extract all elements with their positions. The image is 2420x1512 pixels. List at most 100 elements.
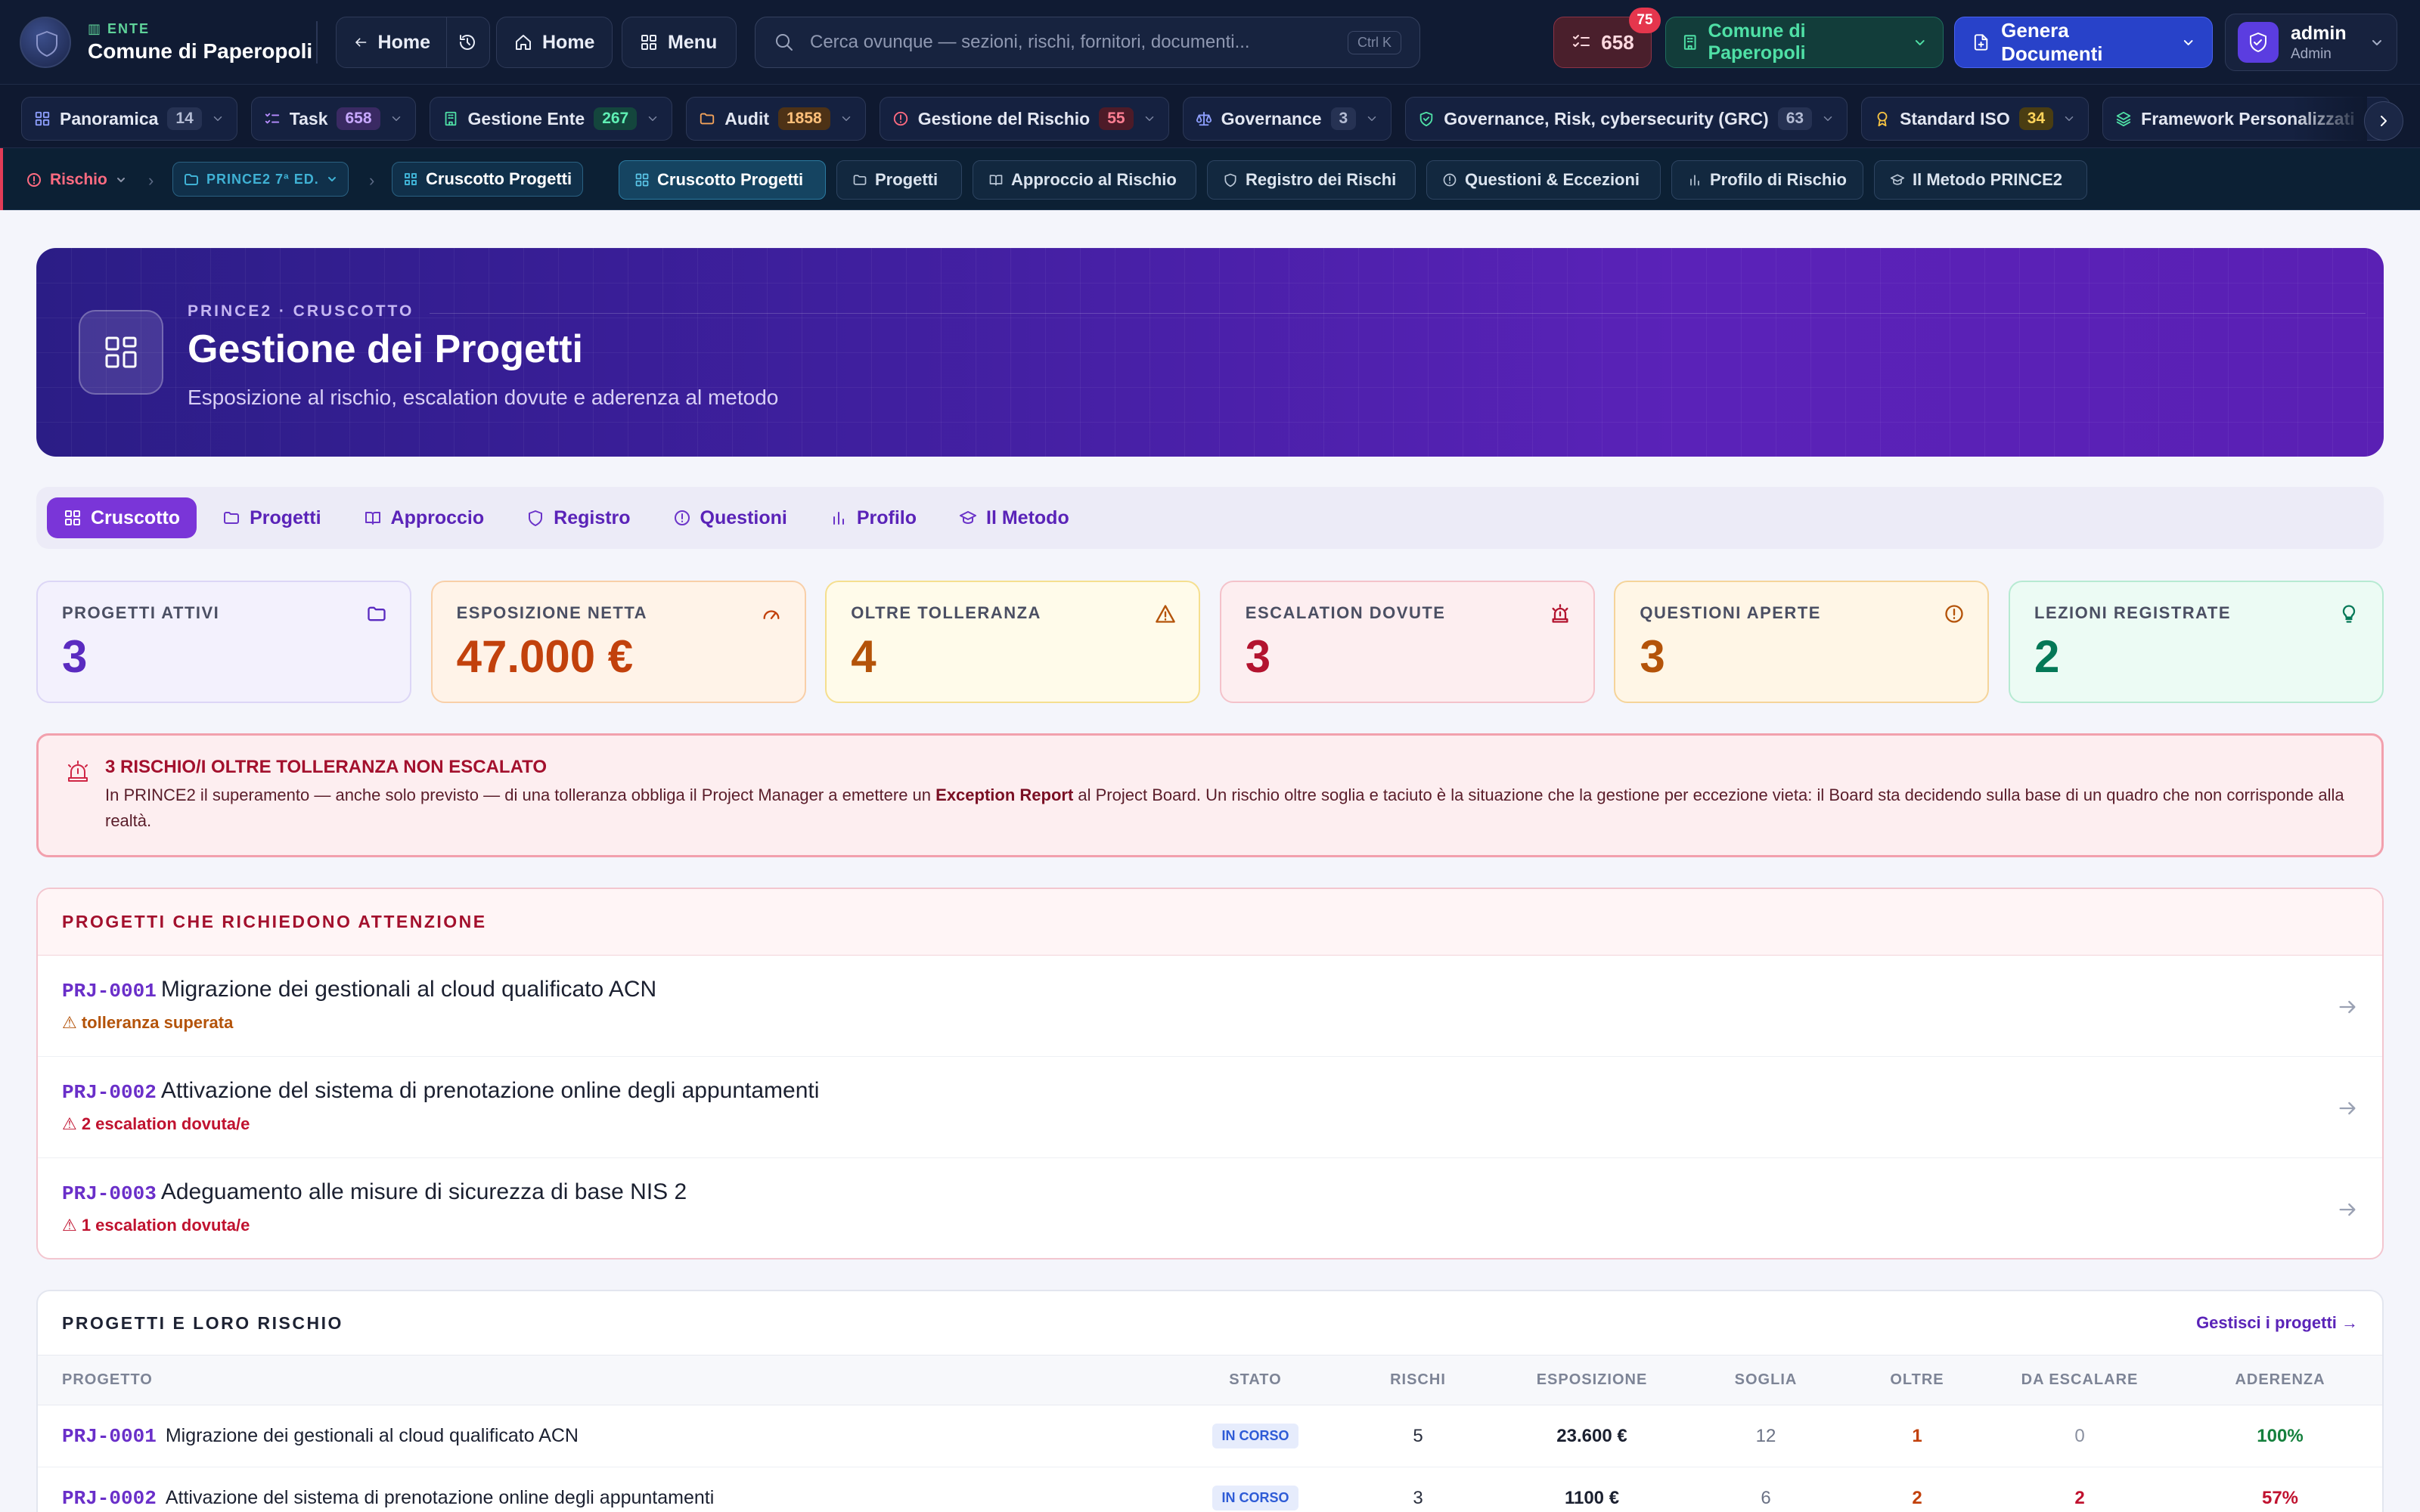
module-tab-governance[interactable]: Governance 3 [1182, 97, 1392, 141]
attention-list: PRJ-0001 Migrazione dei gestionali al clo… [38, 956, 2382, 1258]
tab-cruscotto[interactable]: Cruscotto [47, 497, 197, 538]
module-tab-panoramica[interactable]: Panoramica 14 [21, 97, 237, 141]
attention-panel: PROGETTI CHE RICHIEDONO ATTENZIONE PRJ-0… [36, 888, 2384, 1259]
tab-label: Questioni [700, 507, 787, 528]
arrow-right-icon [2339, 1203, 2356, 1216]
subnav-tab-3[interactable]: Approccio al Rischio [973, 160, 1196, 200]
building-small-icon: ▥ [88, 21, 103, 36]
module-count-badge: 55 [1099, 107, 1134, 130]
threshold-cell: 12 [1679, 1405, 1853, 1467]
breadcrumb-root-label: Rischio [50, 171, 107, 188]
section-bar: Rischio › PRINCE2 7ª ED. › Cruscotto Pro… [0, 148, 2420, 210]
module-tab-task[interactable]: Task 658 [250, 97, 416, 141]
chevron-down-icon [1145, 116, 1153, 121]
history-button[interactable] [446, 17, 490, 68]
chevron-down-icon [2183, 40, 2193, 45]
table-body: PRJ-0001 Migrazione dei gestionali al clo… [38, 1405, 2382, 1512]
risks-cell: 5 [1331, 1405, 1505, 1467]
subnav-tab-label: Profilo di Rischio [1710, 170, 1847, 189]
module-label: Audit [724, 108, 769, 129]
scroll-right-button[interactable] [2364, 101, 2403, 141]
search-input[interactable] [810, 32, 1333, 53]
tab-label: Approccio [390, 507, 485, 528]
projects-table-header: PROGETTI E LORO RISCHIO Gestisci i proge… [38, 1291, 2382, 1355]
graduation-cap-icon [960, 511, 977, 524]
building-icon [445, 111, 456, 126]
attention-item[interactable]: PRJ-0001 Migrazione dei gestionali al clo… [38, 956, 2382, 1057]
grid-icon [405, 173, 417, 185]
tab-approccio[interactable]: Approccio [347, 497, 501, 538]
attention-title: PROGETTI CHE RICHIEDONO ATTENZIONE [38, 889, 2382, 956]
chevron-down-icon [213, 116, 222, 121]
crest-icon [36, 31, 57, 57]
module-label: Gestione del Rischio [917, 108, 1091, 129]
user-menu[interactable]: admin Admin [2225, 14, 2397, 71]
breadcrumb-section-label: PRINCE2 7ª ED. [206, 171, 319, 187]
page-subtitle: Esposizione al rischio, escalation dovut… [188, 386, 779, 409]
module-tab-audit[interactable]: Audit 1858 [686, 97, 866, 141]
tab-profilo[interactable]: Profilo [813, 497, 933, 538]
project-name: Attivazione del sistema di prenotazione … [160, 1078, 820, 1103]
subnav-tab-1[interactable]: Cruscotto Progetti [619, 160, 826, 200]
menu-button[interactable]: Menu [622, 17, 737, 68]
kpi-value: 3 [1640, 631, 1665, 682]
table-row[interactable]: PRJ-0002 Attivazione del sistema di preno… [38, 1467, 2382, 1512]
column-header: ESPOSIZIONE [1505, 1355, 1679, 1405]
subnav-tab-5[interactable]: Questioni & Eccezioni [1426, 160, 1661, 200]
module-tab-standard-iso[interactable]: Standard ISO 34 [1861, 97, 2090, 141]
alert-title: 3 RISCHIO/I OLTRE TOLLERANZA NON ESCALAT… [105, 757, 548, 777]
entity-selector[interactable]: Comune di Paperopoli [1665, 17, 1944, 68]
column-header: SOGLIA [1679, 1355, 1853, 1405]
hero-kicker-rule [188, 304, 2366, 314]
module-tab-governance-risk-cybersecurity-grc[interactable]: Governance, Risk, cybersecurity (GRC) 63 [1405, 97, 1848, 141]
column-header: OLTRE [1853, 1355, 1981, 1405]
home-button[interactable]: Home [496, 17, 613, 68]
attention-flag: ⚠ 2 escalation dovuta/e [62, 1114, 250, 1133]
award-icon [1877, 111, 1888, 127]
org-logo[interactable] [20, 17, 71, 68]
kpi-label: ESPOSIZIONE NETTA [456, 603, 648, 622]
attention-item[interactable]: PRJ-0002 Attivazione del sistema di preno… [38, 1057, 2382, 1158]
chevron-down-icon [2065, 116, 2074, 121]
module-label: Governance, Risk, cybersecurity (GRC) [1444, 108, 1769, 129]
tab-questioni[interactable]: Questioni [656, 497, 804, 538]
generate-documents-button[interactable]: Genera Documenti [1954, 17, 2213, 68]
kpi-label: QUESTIONI APERTE [1640, 603, 1821, 622]
alert-circle-icon [1443, 173, 1457, 187]
subnav-tab-4[interactable]: Registro dei Rischi [1207, 160, 1416, 200]
global-search[interactable]: Ctrl K [755, 17, 1420, 68]
tab-label: Profilo [856, 507, 917, 528]
project-code: PRJ-0001 [62, 1424, 157, 1448]
chevron-down-icon [648, 116, 657, 121]
breadcrumb-section[interactable]: PRINCE2 7ª ED. [172, 162, 349, 197]
column-header: ADERENZA [2178, 1355, 2382, 1405]
manage-projects-link[interactable]: Gestisci i progetti → [2196, 1313, 2358, 1333]
table-row[interactable]: PRJ-0001 Migrazione dei gestionali al clo… [38, 1405, 2382, 1467]
subnav-tab-7[interactable]: Il Metodo PRINCE2 [1874, 160, 2087, 200]
book-icon [989, 175, 1003, 186]
subnav-tab-6[interactable]: Profilo di Rischio [1671, 160, 1863, 200]
module-count-badge: 1858 [778, 107, 830, 130]
kpi-value: 2 [2034, 631, 2060, 682]
project-cell: PRJ-0001 Migrazione dei gestionali al clo… [38, 1405, 1180, 1467]
home-icon [516, 35, 531, 50]
subnav-tab-2[interactable]: Progetti [836, 160, 962, 200]
module-tab-gestione-del-rischio[interactable]: Gestione del Rischio 55 [879, 97, 1169, 141]
back-home-button[interactable]: Home [336, 17, 448, 68]
breadcrumb-root[interactable]: Rischio [26, 162, 127, 198]
tab-progetti[interactable]: Progetti [206, 497, 337, 538]
projects-table-card: PROGETTI E LORO RISCHIO Gestisci i proge… [36, 1290, 2384, 1512]
column-header: RISCHI [1331, 1355, 1505, 1405]
attention-item[interactable]: PRJ-0003 Adeguamento alle misure di sicur… [38, 1158, 2382, 1258]
breadcrumb-current[interactable]: Cruscotto Progetti [392, 162, 584, 197]
book-icon [365, 512, 380, 525]
module-tab-gestione-ente[interactable]: Gestione Ente 267 [429, 97, 673, 141]
tab-il-metodo[interactable]: Il Metodo [942, 497, 1086, 538]
project-code: PRJ-0002 [62, 1081, 157, 1104]
back-home-label: Home [377, 31, 430, 53]
tab-registro[interactable]: Registro [510, 497, 647, 538]
folder-icon [853, 175, 867, 185]
subnav-tab-label: Il Metodo PRINCE2 [1913, 170, 2063, 189]
gauge-icon [763, 610, 780, 619]
chevron-down-icon [116, 178, 125, 182]
